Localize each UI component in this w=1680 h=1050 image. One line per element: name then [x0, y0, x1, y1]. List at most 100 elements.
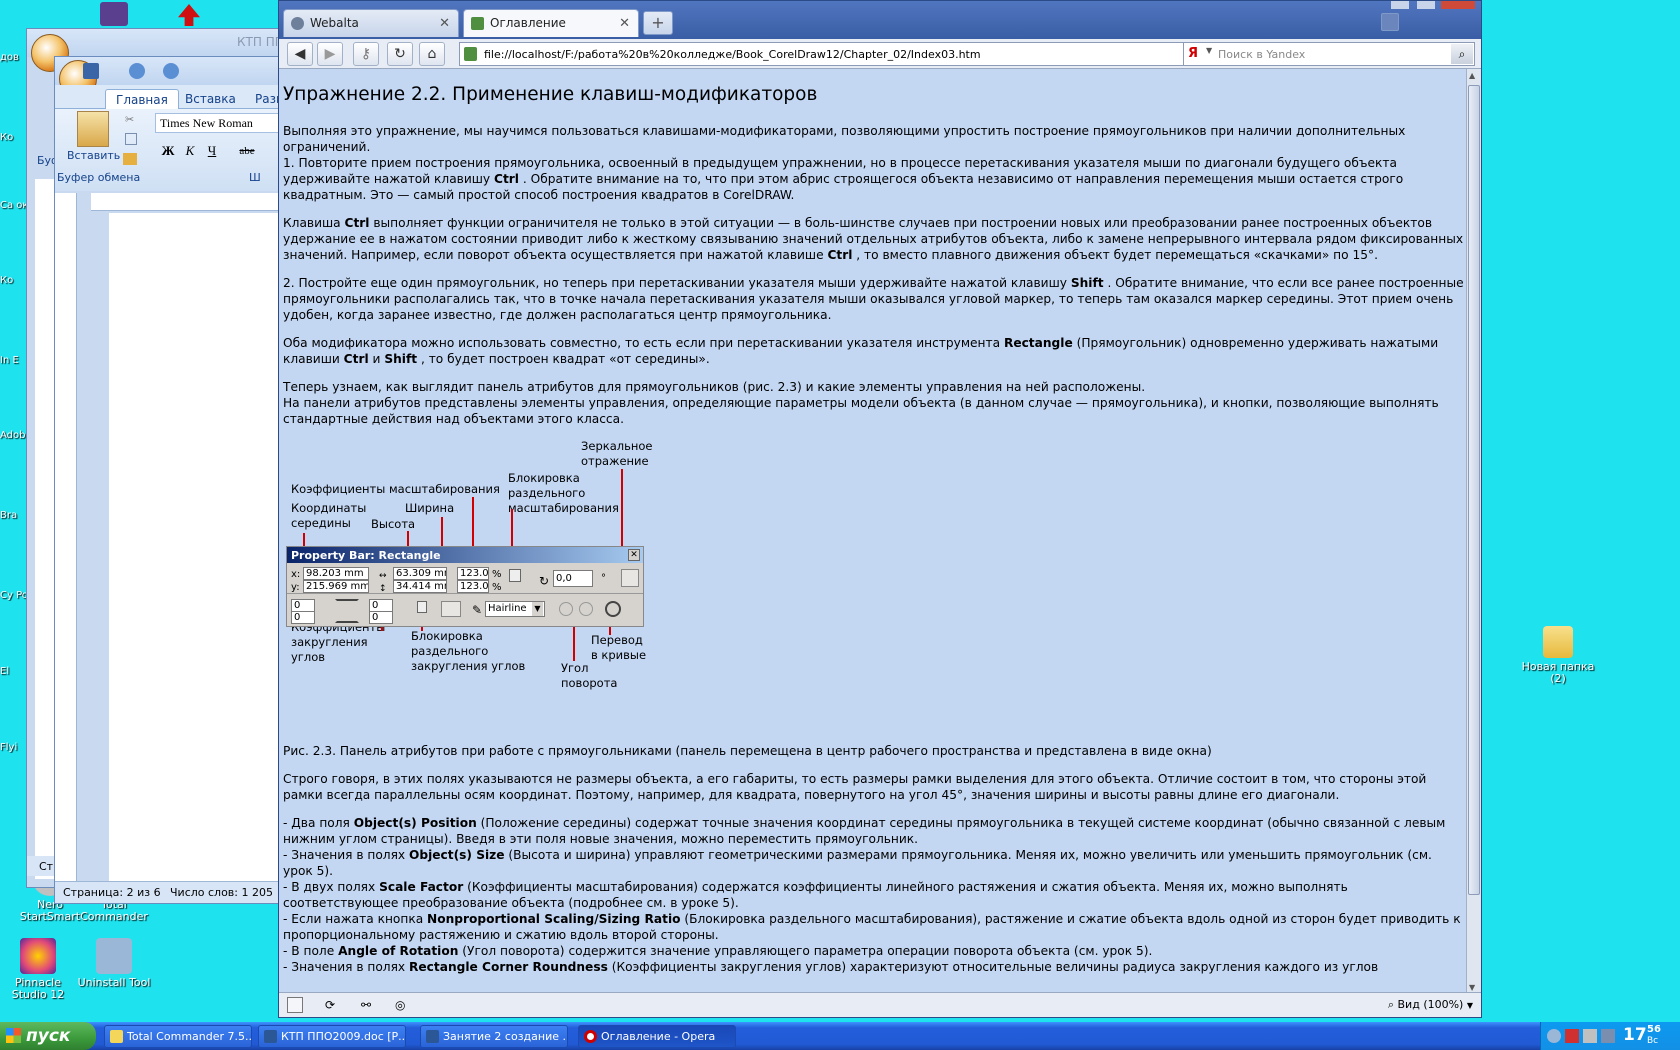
desktop-icon-pinnacle[interactable]: Pinnacle Studio 12	[0, 938, 80, 1001]
front-button[interactable]	[559, 602, 573, 616]
save-icon[interactable]	[83, 63, 99, 79]
angle-field[interactable]: 0,0	[553, 570, 593, 587]
strikethrough-button[interactable]: abe	[235, 142, 259, 160]
close-tab-icon[interactable]: ✕	[439, 16, 450, 31]
taskbar-button-total-commander[interactable]: Total Commander 7.5...	[104, 1025, 252, 1048]
desktop-top-icon[interactable]	[178, 4, 200, 26]
y-position-field[interactable]: 215.969 mm	[303, 580, 369, 593]
copy-icon[interactable]	[125, 133, 137, 145]
trash-icon[interactable]	[1381, 13, 1399, 31]
bullet-list: - Два поля Object(s) Position (Положение…	[283, 815, 1464, 975]
term: Nonproportional Scaling/Sizing Ratio	[427, 912, 681, 926]
scroll-thumb[interactable]	[1468, 85, 1480, 895]
reload-button[interactable]: ↻	[387, 42, 413, 66]
key-icon[interactable]: ⚷	[353, 42, 379, 66]
label-angle: Угол поворота	[561, 661, 618, 690]
sync-icon[interactable]: ⟳	[325, 998, 335, 1012]
page-icon	[471, 17, 484, 30]
desktop-icon-new-folder[interactable]: Новая папка (2)	[1516, 626, 1600, 685]
page-content: Упражнение 2.2. Применение клавиш-модифи…	[279, 69, 1468, 994]
corner-br-field[interactable]: 0	[369, 611, 393, 624]
scroll-down-icon[interactable]: ▼	[1469, 983, 1475, 992]
text: Клавиша	[283, 216, 345, 230]
minimize-button[interactable]	[1391, 1, 1409, 9]
word-window[interactable]: Главная Вставка Разм Вставить ✂ Буфер об…	[54, 56, 286, 904]
x-position-field[interactable]: 98.203 mm	[303, 567, 369, 580]
format-painter-icon[interactable]	[123, 153, 137, 165]
status-page[interactable]: Страница: 2 из 6	[63, 886, 161, 899]
key-name: Shift	[1070, 276, 1104, 290]
clock-hours[interactable]: 17	[1623, 1025, 1647, 1045]
forward-button[interactable]: ▶	[317, 42, 343, 66]
folder-icon	[1543, 626, 1573, 658]
home-button[interactable]: ⌂	[419, 42, 445, 66]
zoom-control[interactable]: ⌕ Вид (100%) ▼	[1388, 998, 1473, 1012]
italic-button[interactable]: К	[181, 142, 199, 160]
cut-icon[interactable]: ✂	[125, 113, 139, 126]
paste-button[interactable]: Вставить	[67, 149, 120, 162]
tray-icon[interactable]	[1547, 1029, 1561, 1043]
vertical-ruler	[35, 179, 55, 879]
clock-minutes[interactable]: 56	[1647, 1024, 1661, 1035]
underline-button[interactable]: Ч	[203, 142, 221, 160]
corner-shape-icon	[335, 599, 359, 623]
key-name: Ctrl	[344, 216, 370, 230]
close-window-button[interactable]	[1441, 1, 1475, 9]
back-button[interactable]: ◀	[287, 42, 313, 66]
scale-x-field[interactable]: 123.0	[457, 567, 489, 580]
opera-window[interactable]: Webalta ✕ Оглавление ✕ + ◀ ▶ ⚷ ↻ ⌂ file:…	[278, 0, 1482, 1018]
convert-to-curves-button[interactable]	[605, 601, 621, 617]
lock-scale-button[interactable]	[509, 569, 521, 582]
tab-insert[interactable]: Вставка	[175, 89, 246, 109]
windows-logo-icon	[6, 1028, 21, 1043]
outline-width-select[interactable]: Hairline ▼	[485, 601, 545, 617]
start-button[interactable]: пуск	[0, 1022, 96, 1050]
height-field[interactable]: 34.414 mm	[393, 580, 447, 593]
font-name-field[interactable]: Times New Roman	[155, 113, 283, 133]
maximize-button[interactable]	[1417, 1, 1435, 9]
text: (Угол поворота) содержится значение упра…	[458, 944, 1153, 958]
back-order-button[interactable]	[579, 602, 593, 616]
panel-toggle-icon[interactable]	[287, 997, 303, 1013]
wrap-text-button[interactable]	[441, 601, 461, 617]
tray-icon[interactable]	[1601, 1029, 1615, 1043]
tray-icon[interactable]	[1565, 1029, 1579, 1043]
label-width: Ширина	[405, 501, 455, 515]
clock-day[interactable]: Вс	[1647, 1036, 1658, 1046]
bold-button[interactable]: Ж	[159, 142, 177, 160]
close-tab-icon[interactable]: ✕	[619, 16, 630, 31]
vertical-scrollbar[interactable]: ▲ ▼	[1466, 69, 1481, 994]
paste-icon[interactable]	[77, 111, 109, 147]
corner-bl-field[interactable]: 0	[291, 611, 315, 624]
tab-home[interactable]: Главная	[105, 89, 179, 109]
taskbar-button-word-ktp[interactable]: КТП ППО2009.doc [Р...	[258, 1025, 406, 1048]
width-field[interactable]: 63.309 mm	[393, 567, 447, 580]
start-label: пуск	[26, 1026, 71, 1046]
search-field[interactable]: Я ▼ Поиск в Yandex ⌕	[1183, 42, 1475, 66]
search-icon[interactable]: ⌕	[1451, 44, 1473, 64]
scroll-up-icon[interactable]: ▲	[1469, 71, 1475, 80]
chevron-down-icon[interactable]: ▼	[1206, 46, 1212, 55]
tab-contents[interactable]: Оглавление ✕	[463, 9, 639, 37]
close-icon[interactable]: ✕	[628, 549, 640, 561]
label-lock-round: Блокировка раздельного закругления углов	[411, 629, 526, 673]
tab-webalta[interactable]: Webalta ✕	[283, 9, 459, 37]
yandex-icon[interactable]: Я	[1188, 46, 1198, 61]
term: Rectangle Corner Roundness	[409, 960, 608, 974]
new-tab-button[interactable]: +	[643, 11, 673, 35]
scale-y-field[interactable]: 123.0	[457, 580, 489, 593]
taskbar-button-opera[interactable]: Оглавление - Opera	[578, 1025, 736, 1048]
desktop-icon-uninstall[interactable]: Uninstall Tool	[72, 938, 156, 989]
status-words[interactable]: Число слов: 1 205	[170, 886, 273, 899]
desktop-top-icon[interactable]	[100, 2, 128, 26]
unite-icon[interactable]: ⚯	[361, 998, 371, 1012]
document-page[interactable]	[109, 213, 285, 881]
lock-round-button[interactable]	[417, 601, 427, 613]
tray-icon[interactable]	[1583, 1029, 1597, 1043]
turbo-icon[interactable]: ◎	[395, 998, 405, 1012]
mirror-button[interactable]	[621, 569, 639, 587]
tab-label: Webalta	[310, 16, 359, 30]
taskbar-button-word-lesson[interactable]: Занятие 2 создание ...	[420, 1025, 568, 1048]
undo-icon[interactable]	[129, 63, 145, 79]
redo-icon[interactable]	[163, 63, 179, 79]
